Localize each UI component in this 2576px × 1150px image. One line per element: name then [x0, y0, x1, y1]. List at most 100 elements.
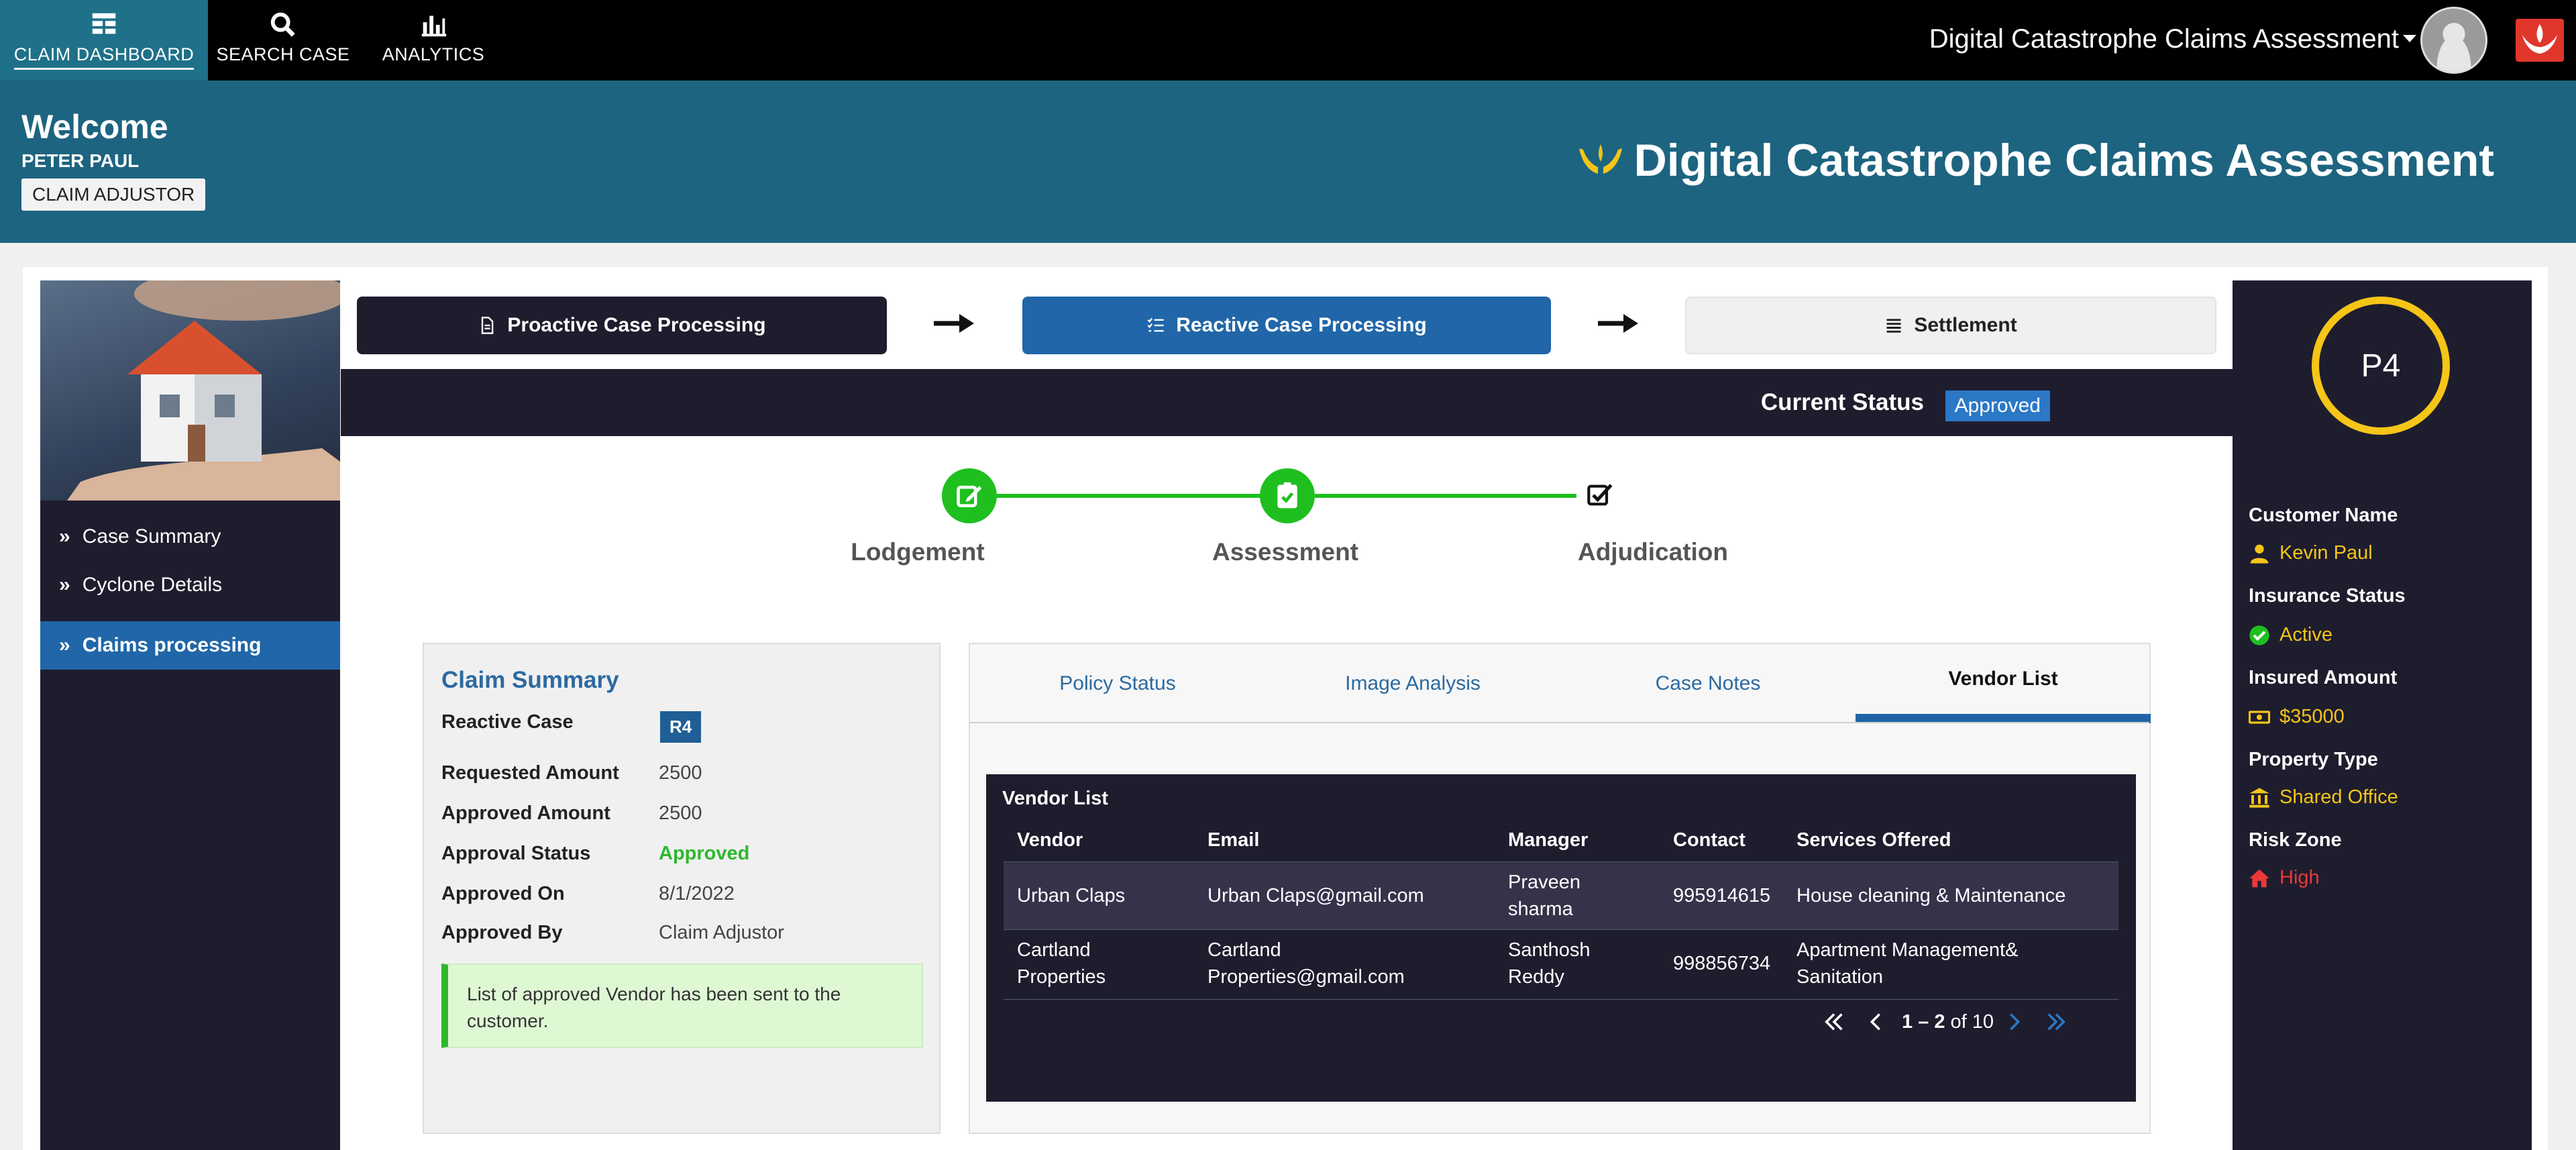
step-proactive-case-processing[interactable]: Proactive Case Processing [357, 297, 887, 354]
requested-amount-value: 2500 [659, 762, 702, 784]
app-switcher-dropdown[interactable]: Digital Catastrophe Claims Assessment [1929, 24, 2399, 54]
manager-cell: Praveen sharma [1508, 872, 1581, 920]
vendor-cell: Urban Claps [1017, 885, 1126, 906]
checkbox-icon [1587, 484, 1613, 506]
table-paginator: 1 – 2 of 10 [1813, 1010, 2077, 1033]
sidebar-item-label: Cyclone Details [82, 574, 223, 596]
stage-label-lodgement: Lodgement [851, 538, 985, 566]
contact-cell: 995914615 [1673, 885, 1771, 906]
tab-vendor-list[interactable]: Vendor List [1856, 644, 2151, 723]
welcome-heading: Welcome [21, 108, 168, 146]
sidebar-item-cyclone-details[interactable]: » Cyclone Details [40, 561, 340, 609]
vendor-list-table: Vendor List Vendor Email Manager Contact… [986, 774, 2136, 1102]
tab-image-analysis[interactable]: Image Analysis [1265, 644, 1560, 723]
column-header[interactable]: Contact [1673, 829, 1746, 851]
page-range: 1 – 2 [1902, 1010, 1945, 1033]
nav-label: ANALYTICS [382, 44, 485, 64]
process-steps-bar: Proactive Case Processing Reactive Case … [341, 280, 2233, 370]
email-cell: Cartland Properties@gmail.com [1208, 939, 1405, 988]
customer-name-label: Customer Name [2249, 505, 2398, 526]
table-row[interactable]: Urban Claps Urban Claps@gmail.com Pravee… [1004, 861, 2118, 930]
risk-zone-text: High [2279, 867, 2320, 888]
insured-amount-value: $35000 [2249, 706, 2345, 728]
list-icon [1886, 319, 1901, 333]
contact-cell: 998856734 [1673, 953, 1771, 974]
risk-zone-value: High [2249, 867, 2320, 889]
nav-search-case[interactable]: SEARCH CASE [213, 0, 353, 81]
column-header[interactable]: Email [1208, 829, 1259, 851]
caret-down-icon[interactable] [2403, 35, 2416, 42]
grid-icon [92, 13, 116, 34]
column-header[interactable]: Manager [1508, 829, 1588, 851]
customer-name-value: Kevin Paul [2249, 542, 2373, 564]
step-reactive-case-processing[interactable]: Reactive Case Processing [1022, 297, 1551, 354]
customer-name-text: Kevin Paul [2279, 542, 2373, 564]
top-navbar: CLAIM DASHBOARD SEARCH CASE ANALYTICS Di… [0, 0, 2576, 81]
page-total: of 10 [1950, 1010, 1994, 1033]
sidebar-item-label: Case Summary [82, 525, 221, 547]
nav-analytics[interactable]: ANALYTICS [376, 0, 491, 81]
step-label: Reactive Case Processing [1176, 314, 1427, 336]
user-avatar[interactable] [2420, 7, 2487, 74]
double-chevron-right-icon: » [59, 634, 70, 656]
case-type-label: Reactive Case [441, 711, 574, 733]
approval-status-label: Approval Status [441, 843, 591, 864]
banner-title: Digital Catastrophe Claims Assessment [1576, 134, 2494, 187]
banner-title-text: Digital Catastrophe Claims Assessment [1633, 135, 2494, 186]
claim-summary-title: Claim Summary [441, 667, 619, 693]
sidebar-item-case-summary[interactable]: » Case Summary [40, 513, 340, 561]
approved-by-label: Approved By [441, 922, 563, 943]
customer-info-panel: P4 Customer Name Kevin Paul Insurance St… [2233, 280, 2532, 1150]
column-header[interactable]: Vendor [1017, 829, 1083, 851]
check-circle-icon [2249, 625, 2269, 645]
search-icon [270, 12, 295, 37]
welcome-banner: Welcome PETER PAUL CLAIM ADJUSTOR Digita… [0, 81, 2576, 243]
insurance-status-value: Active [2249, 624, 2332, 646]
last-page-icon[interactable] [2045, 1010, 2068, 1033]
clipboard-check-icon [1277, 482, 1297, 509]
case-sidebar: » Case Summary » Cyclone Details » Claim… [40, 280, 340, 1150]
tab-policy-status[interactable]: Policy Status [970, 644, 1265, 723]
stage-lodgement-node [942, 468, 997, 523]
table-row[interactable]: Cartland Properties Cartland Properties@… [1004, 930, 2118, 1000]
progress-connector [1315, 494, 1576, 498]
manager-cell: Santhosh Reddy [1508, 939, 1591, 988]
current-status-label: Current Status [1760, 389, 1924, 415]
services-cell: House cleaning & Maintenance [1796, 885, 2066, 906]
previous-page-icon[interactable] [1864, 1010, 1887, 1033]
insurance-status-text: Active [2279, 624, 2332, 645]
approval-status-value: Approved [659, 843, 750, 864]
company-logo [2516, 19, 2564, 62]
first-page-icon[interactable] [1823, 1010, 1845, 1033]
next-page-icon[interactable] [2003, 1010, 2026, 1033]
stage-label-adjudication: Adjudication [1577, 538, 1729, 566]
property-type-value: Shared Office [2249, 786, 2398, 808]
house-in-hand-image [40, 280, 340, 501]
step-label: Proactive Case Processing [507, 314, 766, 336]
nav-claim-dashboard[interactable]: CLAIM DASHBOARD [0, 0, 208, 81]
services-cell: Apartment Management& Sanitation [1796, 939, 2019, 988]
claim-summary-card: Claim Summary Reactive Case R4 Requested… [423, 643, 941, 1134]
arrow-right-icon [934, 314, 974, 333]
insurance-status-label: Insurance Status [2249, 585, 2406, 607]
requested-amount-label: Requested Amount [441, 762, 619, 784]
column-header[interactable]: Services Offered [1796, 829, 1951, 851]
progress-connector [997, 494, 1263, 498]
tab-case-notes[interactable]: Case Notes [1560, 644, 1856, 723]
insured-amount-label: Insured Amount [2249, 667, 2398, 688]
building-icon [2249, 787, 2269, 808]
list-check-icon [1147, 317, 1164, 332]
user-name: PETER PAUL [21, 150, 140, 171]
stage-label-assessment: Assessment [1212, 538, 1358, 566]
step-settlement[interactable]: Settlement [1685, 297, 2216, 354]
insured-amount-text: $35000 [2279, 706, 2345, 727]
sidebar-item-claims-processing[interactable]: » Claims processing [40, 621, 340, 670]
home-icon [2249, 869, 2269, 887]
double-chevron-right-icon: » [59, 574, 70, 596]
nav-label: SEARCH CASE [216, 44, 350, 64]
status-badge: Approved [1945, 390, 2050, 421]
case-id-badge: R4 [660, 711, 702, 743]
property-type-label: Property Type [2249, 749, 2378, 770]
approved-on-label: Approved On [441, 883, 565, 904]
double-chevron-right-icon: » [59, 525, 70, 547]
